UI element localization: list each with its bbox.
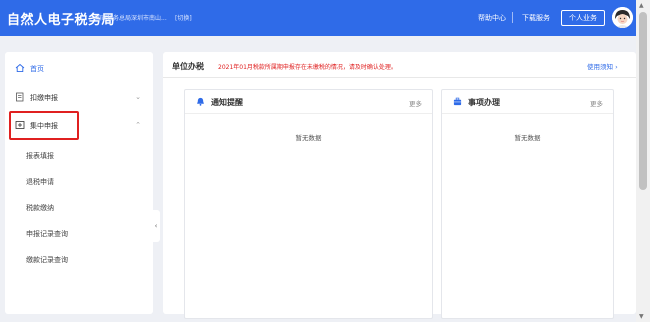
sidebar-item-label: 扣缴申报 [30, 94, 58, 102]
top-header: 自然人电子税务局 国家税务总局深圳市南山... [切换] 帮助中心 下载服务 个… [0, 0, 636, 36]
user-avatar-icon [612, 7, 633, 28]
scroll-down-icon[interactable]: ▼ [639, 313, 644, 320]
sidebar-subitem-declaration-records[interactable]: 申报记录查询 [26, 229, 68, 239]
home-icon [15, 63, 25, 73]
sidebar-item-withholding[interactable]: 扣缴申报 ⌄ [5, 87, 153, 109]
page-scrollbar[interactable]: ▲ ▼ [636, 0, 650, 322]
briefcase-icon [453, 97, 462, 106]
header-divider [512, 12, 513, 23]
card-title: 事项办理 [468, 98, 500, 107]
divider [163, 77, 636, 78]
scroll-up-icon[interactable]: ▲ [639, 2, 644, 9]
usage-notes-label: 使用须知 [587, 63, 613, 71]
tasks-card: 事项办理 更多 暂无数据 [441, 89, 614, 319]
chevron-right-icon: › [615, 63, 618, 71]
sidebar-subitem-refund-apply[interactable]: 退税申请 [26, 177, 54, 187]
sidebar-subitem-tax-payment[interactable]: 税款缴纳 [26, 203, 54, 213]
notification-card: 通知提醒 更多 暂无数据 [184, 89, 433, 319]
sidebar-subitem-report-fill[interactable]: 报表填报 [26, 151, 54, 161]
main-panel: 单位办税 2021年01月税款所属期申报存在未缴税的情况，请及时确认处理。 使用… [163, 52, 636, 319]
chevron-left-icon: ‹ [154, 222, 158, 230]
highlight-annotation [9, 111, 79, 140]
more-link[interactable]: 更多 [590, 98, 603, 108]
download-service-link[interactable]: 下载服务 [522, 13, 550, 23]
sidebar-item-home[interactable]: 首页 [5, 58, 153, 80]
document-icon [16, 92, 24, 102]
switch-org-link[interactable]: [切换] [175, 13, 192, 22]
scroll-thumb[interactable] [639, 12, 647, 190]
more-link[interactable]: 更多 [409, 98, 422, 108]
card-title: 通知提醒 [211, 98, 243, 107]
personal-business-button[interactable]: 个人业务 [561, 10, 605, 26]
alert-notice[interactable]: 2021年01月税款所属期申报存在未缴税的情况，请及时确认处理。 [218, 62, 397, 71]
empty-state: 暂无数据 [514, 134, 541, 142]
sidebar-collapse-toggle[interactable]: ‹ [152, 210, 160, 242]
sidebar-item-label: 首页 [30, 65, 44, 73]
card-header: 通知提醒 更多 [185, 90, 432, 114]
usage-notes-link[interactable]: 使用须知 › [587, 61, 618, 71]
card-header: 事项办理 更多 [442, 90, 613, 114]
sidebar-subitem-payment-records[interactable]: 缴款记录查询 [26, 255, 68, 265]
sidebar: 首页 扣缴申报 ⌄ 集中申报 ⌃ 报表填报 退税申请 税款缴纳 申报记录查询 缴… [5, 52, 153, 314]
bell-icon [197, 97, 204, 106]
avatar[interactable] [612, 7, 633, 28]
org-name: 国家税务总局深圳市南山... [95, 15, 167, 22]
empty-state: 暂无数据 [295, 134, 322, 142]
chevron-up-icon: ⌃ [135, 121, 141, 129]
help-center-link[interactable]: 帮助中心 [478, 13, 506, 23]
page-title: 单位办税 [172, 62, 204, 71]
chevron-down-icon: ⌄ [135, 93, 141, 101]
